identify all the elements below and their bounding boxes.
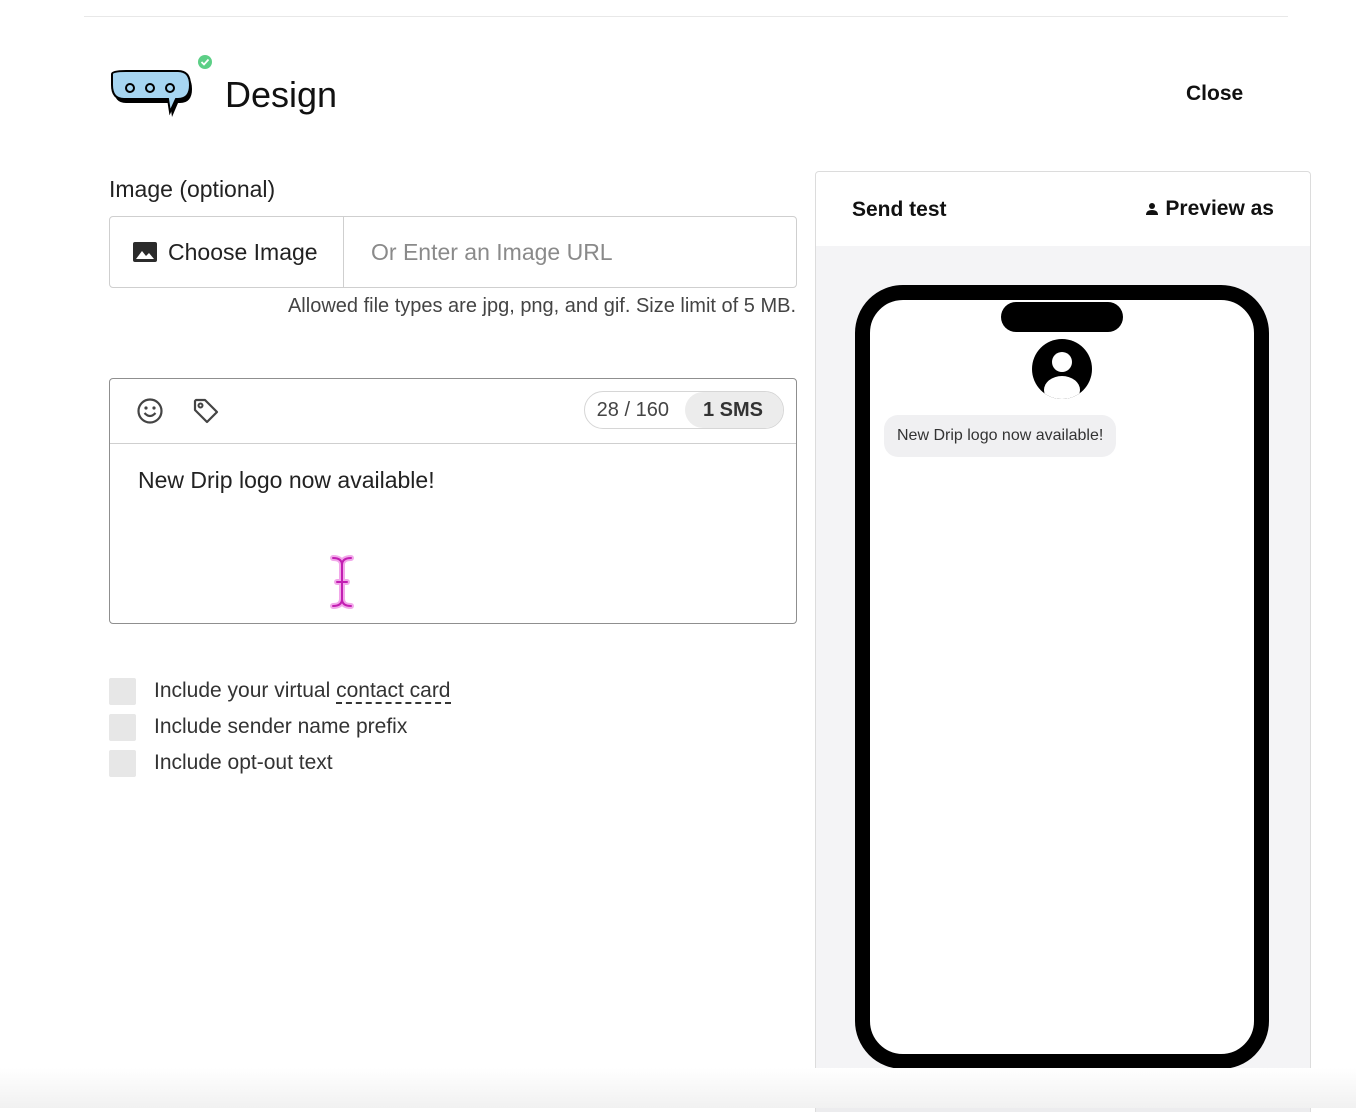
bottom-fade xyxy=(0,1068,1356,1108)
preview-header: Send test Preview as xyxy=(816,172,1310,246)
sender-prefix-label: Include sender name prefix xyxy=(154,715,408,738)
chat-bubble-logo-icon xyxy=(111,55,212,117)
preview-as-label: Preview as xyxy=(1165,197,1274,220)
person-icon xyxy=(1146,203,1159,215)
character-counter: 28 / 160 1 SMS xyxy=(583,391,784,429)
option-opt-out: Include opt-out text xyxy=(109,745,451,781)
char-count: 28 / 160 xyxy=(596,398,669,421)
sms-count-badge: 1 SMS xyxy=(684,392,783,428)
text-cursor-icon xyxy=(330,555,354,609)
option-sender-prefix: Include sender name prefix xyxy=(109,709,451,745)
top-divider xyxy=(84,16,1288,17)
opt-out-checkbox[interactable] xyxy=(109,749,136,777)
image-label: Image (optional) xyxy=(109,176,276,202)
choose-image-label: Choose Image xyxy=(168,238,318,265)
emoji-icon[interactable] xyxy=(136,397,164,425)
phone-notch xyxy=(1001,302,1123,332)
close-button[interactable]: Close xyxy=(1186,82,1243,106)
message-options: Include your virtual contact card Includ… xyxy=(109,673,451,781)
image-url-input[interactable] xyxy=(344,217,796,287)
preview-message-bubble: New Drip logo now available! xyxy=(884,415,1117,457)
file-type-hint: Allowed file types are jpg, png, and gif… xyxy=(287,295,796,317)
tag-icon[interactable] xyxy=(192,397,220,425)
sender-prefix-checkbox[interactable] xyxy=(109,713,136,741)
preview-as-button[interactable]: Preview as xyxy=(1145,197,1274,221)
contact-card-link[interactable]: contact card xyxy=(336,679,451,704)
avatar-icon xyxy=(1032,339,1092,399)
image-input-group: Choose Image xyxy=(109,216,797,288)
composer-toolbar: 28 / 160 1 SMS xyxy=(110,379,796,444)
opt-out-label: Include opt-out text xyxy=(154,751,333,774)
page-title: Design xyxy=(225,74,338,115)
message-text-area[interactable]: New Drip logo now available! xyxy=(138,467,435,494)
image-icon xyxy=(133,242,157,262)
phone-mockup: New Drip logo now available! xyxy=(855,285,1269,1069)
contact-card-label-text: Include your virtual xyxy=(154,679,337,702)
preview-panel: Send test Preview as New Drip logo now a… xyxy=(815,171,1311,1112)
contact-card-label: Include your virtual contact card xyxy=(154,679,451,704)
choose-image-button[interactable]: Choose Image xyxy=(110,217,344,287)
message-composer: 28 / 160 1 SMS New Drip logo now availab… xyxy=(109,378,797,624)
contact-card-checkbox[interactable] xyxy=(109,677,136,705)
check-badge-icon xyxy=(198,55,212,69)
option-contact-card: Include your virtual contact card xyxy=(109,673,451,709)
send-test-button[interactable]: Send test xyxy=(852,198,947,222)
